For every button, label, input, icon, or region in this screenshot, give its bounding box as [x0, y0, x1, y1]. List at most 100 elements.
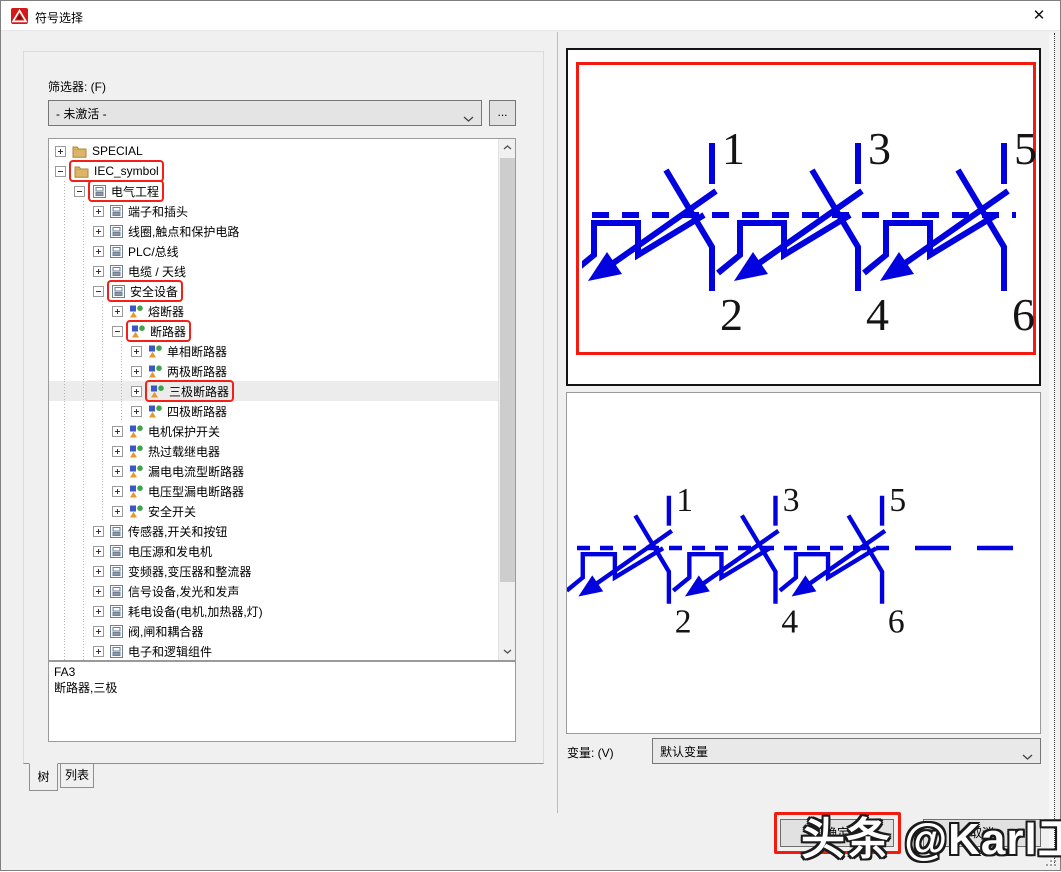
symbol-preview-variant[interactable]: 135246	[566, 392, 1041, 734]
close-button[interactable]: ✕	[1028, 6, 1050, 26]
collapse-icon[interactable]	[74, 186, 85, 197]
tree-item[interactable]: 电压源和发电机	[49, 541, 498, 561]
expand-icon[interactable]	[131, 366, 142, 377]
tree-indent-guide	[55, 181, 74, 201]
filter-dropdown[interactable]: - 未激活 -	[48, 100, 482, 126]
expand-icon[interactable]	[93, 266, 104, 277]
tree-item[interactable]: 阀,闸和耦合器	[49, 621, 498, 641]
symbol-name: FA3	[54, 664, 510, 680]
expand-icon[interactable]	[112, 306, 123, 317]
category-icon	[110, 205, 123, 218]
tree-indent-guide	[55, 561, 74, 581]
tree-item[interactable]: 电机保护开关	[49, 421, 498, 441]
expand-icon[interactable]	[93, 546, 104, 557]
expand-icon[interactable]	[131, 406, 142, 417]
expand-icon[interactable]	[93, 526, 104, 537]
annotation-box: 电气工程	[90, 182, 162, 200]
category-icon	[110, 565, 123, 578]
expand-icon[interactable]	[131, 386, 142, 397]
expand-icon[interactable]	[112, 446, 123, 457]
filter-browse-button[interactable]: ...	[489, 100, 516, 126]
shapes-icon	[129, 305, 143, 318]
expand-icon[interactable]	[93, 626, 104, 637]
pin-number: 3	[783, 482, 800, 519]
tree-indent-guide	[74, 621, 93, 641]
tree-indent-guide	[74, 241, 93, 261]
tree-item[interactable]: 端子和插头	[49, 201, 498, 221]
tree-item[interactable]: 热过载继电器	[49, 441, 498, 461]
annotation-box: 三极断路器	[147, 382, 232, 400]
tree-item[interactable]: 安全开关	[49, 501, 498, 521]
tree-item[interactable]: 三极断路器	[49, 381, 498, 401]
scroll-up-icon[interactable]	[499, 139, 516, 156]
tab-list[interactable]: 列表	[60, 764, 94, 788]
tree-indent-guide	[55, 621, 74, 641]
expand-icon[interactable]	[93, 566, 104, 577]
tree-indent-guide	[55, 361, 74, 381]
expand-icon[interactable]	[93, 246, 104, 257]
tree-indent-guide	[93, 421, 112, 441]
tree-indent-guide	[55, 481, 74, 501]
tree-indent-guide	[74, 441, 93, 461]
tree-indent-guide	[55, 201, 74, 221]
tree-item[interactable]: 断路器	[49, 321, 498, 341]
tree-indent-guide	[74, 301, 93, 321]
shapes-icon	[129, 505, 143, 518]
expand-icon[interactable]	[93, 646, 104, 657]
chevron-down-icon	[1022, 749, 1033, 763]
tab-tree[interactable]: 树	[29, 763, 58, 791]
tree-item[interactable]: 漏电电流型断路器	[49, 461, 498, 481]
expand-icon[interactable]	[112, 426, 123, 437]
collapse-icon[interactable]	[112, 326, 123, 337]
collapse-icon[interactable]	[55, 166, 66, 177]
scrollbar-thumb[interactable]	[500, 158, 515, 582]
tree-item[interactable]: 变频器,变压器和整流器	[49, 561, 498, 581]
tree-indent-guide	[55, 381, 74, 401]
tree-item[interactable]: 线圈,触点和保护电路	[49, 221, 498, 241]
tree-item[interactable]: 熔断器	[49, 301, 498, 321]
tree-item[interactable]: 传感器,开关和按钮	[49, 521, 498, 541]
tree-item[interactable]: IEC_symbol	[49, 161, 498, 181]
symbol-selection-dialog: 符号选择 ✕ 筛选器: (F) - 未激活 - ... SPECIALIEC_s…	[0, 0, 1061, 871]
tree-item[interactable]: 单相断路器	[49, 341, 498, 361]
pin-number: 4	[781, 603, 798, 640]
symbol-preview-selected[interactable]: 135246	[566, 48, 1041, 386]
expand-icon[interactable]	[93, 606, 104, 617]
tree-indent-guide	[74, 281, 93, 301]
expand-icon[interactable]	[112, 486, 123, 497]
tree-indent-guide	[74, 561, 93, 581]
pin-number: 1	[722, 123, 745, 174]
shapes-icon	[129, 485, 143, 498]
scroll-down-icon[interactable]	[499, 643, 516, 660]
tree-item[interactable]: 电子和逻辑组件	[49, 641, 498, 661]
expand-icon[interactable]	[55, 146, 66, 157]
tree-item[interactable]: 信号设备,发光和发声	[49, 581, 498, 601]
tree-item[interactable]: PLC/总线	[49, 241, 498, 261]
tree-item[interactable]: 电缆 / 天线	[49, 261, 498, 281]
expand-icon[interactable]	[112, 506, 123, 517]
tree-indent-guide	[74, 381, 93, 401]
expand-icon[interactable]	[112, 466, 123, 477]
expand-icon[interactable]	[93, 226, 104, 237]
tree-indent-guide	[55, 461, 74, 481]
expand-icon[interactable]	[93, 586, 104, 597]
tree-indent-guide	[112, 381, 131, 401]
variant-dropdown[interactable]: 默认变量	[652, 738, 1041, 764]
symbol-tree[interactable]: SPECIALIEC_symbol电气工程端子和插头线圈,触点和保护电路PLC/…	[48, 138, 516, 661]
tree-item[interactable]: 两极断路器	[49, 361, 498, 381]
tree-item[interactable]: 电气工程	[49, 181, 498, 201]
tree-item[interactable]: SPECIAL	[49, 141, 498, 161]
tree-indent-guide	[74, 401, 93, 421]
tree-scrollbar[interactable]	[498, 139, 515, 660]
tree-item[interactable]: 四极断路器	[49, 401, 498, 421]
collapse-icon[interactable]	[93, 286, 104, 297]
category-icon	[110, 245, 123, 258]
tree-item[interactable]: 耗电设备(电机,加热器,灯)	[49, 601, 498, 621]
pin-number: 2	[675, 603, 692, 640]
expand-icon[interactable]	[93, 206, 104, 217]
tree-item[interactable]: 安全设备	[49, 281, 498, 301]
expand-icon[interactable]	[131, 346, 142, 357]
tree-indent-guide	[55, 221, 74, 241]
pin-number: 3	[868, 123, 891, 174]
tree-item[interactable]: 电压型漏电断路器	[49, 481, 498, 501]
